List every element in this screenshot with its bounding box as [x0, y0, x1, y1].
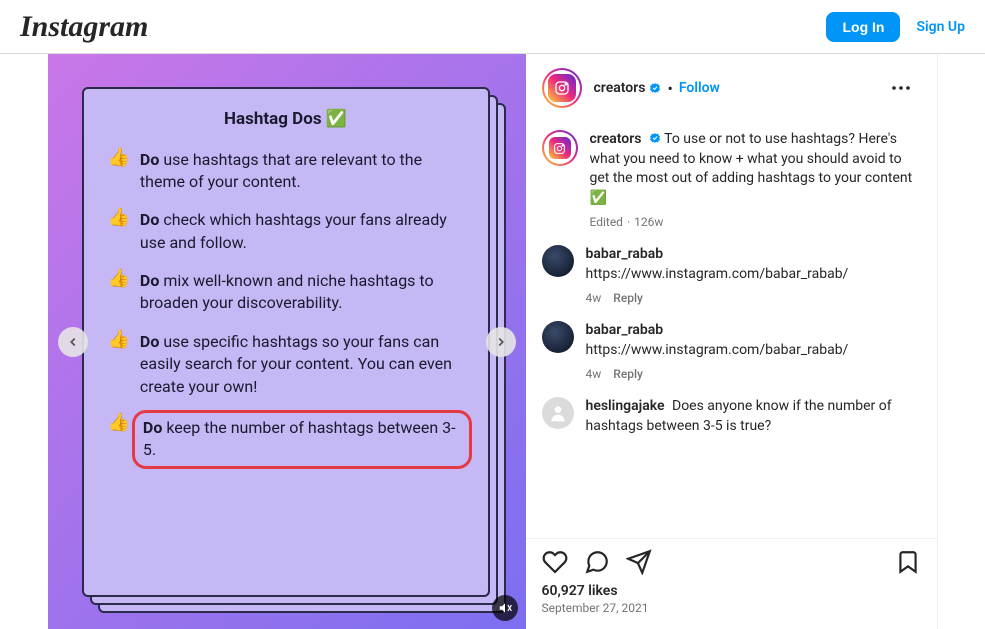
carousel-next-button[interactable] [486, 327, 516, 357]
comment-text: https://www.instagram.com/babar_rabab/ [586, 342, 849, 358]
verified-badge-icon [649, 82, 661, 94]
caption-body: creators To use or not to use hashtags? … [590, 130, 921, 231]
thumbs-up-icon: 👍 [108, 147, 130, 168]
comment-body: babar_rabab https://www.instagram.com/ba… [586, 245, 921, 307]
post-actions: 60,927 likes September 27, 2021 [526, 538, 937, 629]
follow-link[interactable]: Follow [679, 80, 720, 96]
do-item-2: 👍 Do check which hashtags your fans alre… [108, 209, 464, 254]
comment-age: 4w [586, 366, 602, 383]
app-header: Instagram Log In Sign Up [0, 0, 985, 54]
signup-link[interactable]: Sign Up [916, 19, 965, 35]
reply-button[interactable]: Reply [613, 366, 643, 383]
do-text: Do mix well-known and niche hashtags to … [140, 270, 464, 315]
caption-avatar[interactable] [542, 130, 578, 166]
thumbs-up-icon: 👍 [108, 268, 130, 289]
caption-username[interactable]: creators [590, 131, 642, 147]
commenter-avatar[interactable] [542, 321, 574, 353]
do-item-1: 👍 Do use hashtags that are relevant to t… [108, 149, 464, 194]
thumbs-up-icon: 👍 [108, 207, 130, 228]
action-row [542, 549, 921, 575]
main-content: Hashtag Dos ✅ 👍 Do use hashtags that are… [0, 54, 985, 629]
commenter-avatar[interactable] [542, 245, 574, 277]
do-item-3: 👍 Do mix well-known and niche hashtags t… [108, 270, 464, 315]
author-avatar[interactable] [542, 68, 582, 108]
card-stack: Hashtag Dos ✅ 👍 Do use hashtags that are… [72, 77, 502, 617]
edited-label: Edited [590, 214, 623, 231]
comment-body: heslingajake Does anyone know if the num… [586, 397, 921, 436]
comment-meta: 4w Reply [586, 290, 921, 307]
post-header: creators • Follow [526, 54, 937, 122]
comment-button[interactable] [584, 549, 610, 575]
comment-item: heslingajake Does anyone know if the num… [542, 397, 921, 436]
likes-count[interactable]: 60,927 likes [542, 583, 921, 599]
commenter-username[interactable]: heslingajake [586, 398, 665, 414]
comment-text: https://www.instagram.com/babar_rabab/ [586, 266, 849, 282]
comment-meta: 4w Reply [586, 366, 921, 383]
author-row: creators • Follow [594, 79, 720, 98]
comment-item: babar_rabab https://www.instagram.com/ba… [542, 245, 921, 307]
carousel-prev-button[interactable] [58, 327, 88, 357]
like-button[interactable] [542, 549, 568, 575]
header-actions: Log In Sign Up [826, 12, 965, 42]
caption-age: 126w [634, 214, 663, 231]
card-main: Hashtag Dos ✅ 👍 Do use hashtags that are… [82, 87, 490, 597]
commenter-username[interactable]: babar_rabab [586, 322, 664, 338]
post-info: creators • Follow [526, 54, 938, 629]
do-text: Do check which hashtags your fans alread… [140, 209, 464, 254]
post-container: Hashtag Dos ✅ 👍 Do use hashtags that are… [48, 54, 938, 629]
do-text-highlighted: Do keep the number of hashtags between 3… [132, 410, 472, 469]
save-button[interactable] [895, 549, 921, 575]
mute-icon[interactable] [492, 595, 518, 621]
do-item-4: 👍 Do use specific hashtags so your fans … [108, 331, 464, 398]
do-text: Do use hashtags that are relevant to the… [140, 149, 464, 194]
do-item-5: 👍 Do keep the number of hashtags between… [108, 414, 464, 465]
verified-badge-icon [649, 132, 661, 144]
thumbs-up-icon: 👍 [108, 329, 130, 350]
post-date: September 27, 2021 [542, 601, 921, 615]
post-media: Hashtag Dos ✅ 👍 Do use hashtags that are… [48, 54, 526, 629]
more-options-button[interactable] [881, 68, 921, 108]
comment-item: babar_rabab https://www.instagram.com/ba… [542, 321, 921, 383]
post-caption: creators To use or not to use hashtags? … [542, 130, 921, 231]
card-title: Hashtag Dos ✅ [108, 109, 464, 129]
comment-body: babar_rabab https://www.instagram.com/ba… [586, 321, 921, 383]
caption-meta: Edited · 126w [590, 214, 921, 231]
comment-age: 4w [586, 290, 602, 307]
login-button[interactable]: Log In [826, 12, 900, 42]
instagram-logo[interactable]: Instagram [20, 10, 148, 44]
do-text: Do use specific hashtags so your fans ca… [140, 331, 464, 398]
share-button[interactable] [626, 549, 652, 575]
separator: • [667, 79, 672, 98]
commenter-avatar[interactable] [542, 397, 574, 429]
commenter-username[interactable]: babar_rabab [586, 246, 664, 262]
comments-section: creators To use or not to use hashtags? … [526, 122, 937, 538]
reply-button[interactable]: Reply [613, 290, 643, 307]
author-username[interactable]: creators [594, 80, 646, 96]
thumbs-up-icon: 👍 [108, 412, 130, 433]
